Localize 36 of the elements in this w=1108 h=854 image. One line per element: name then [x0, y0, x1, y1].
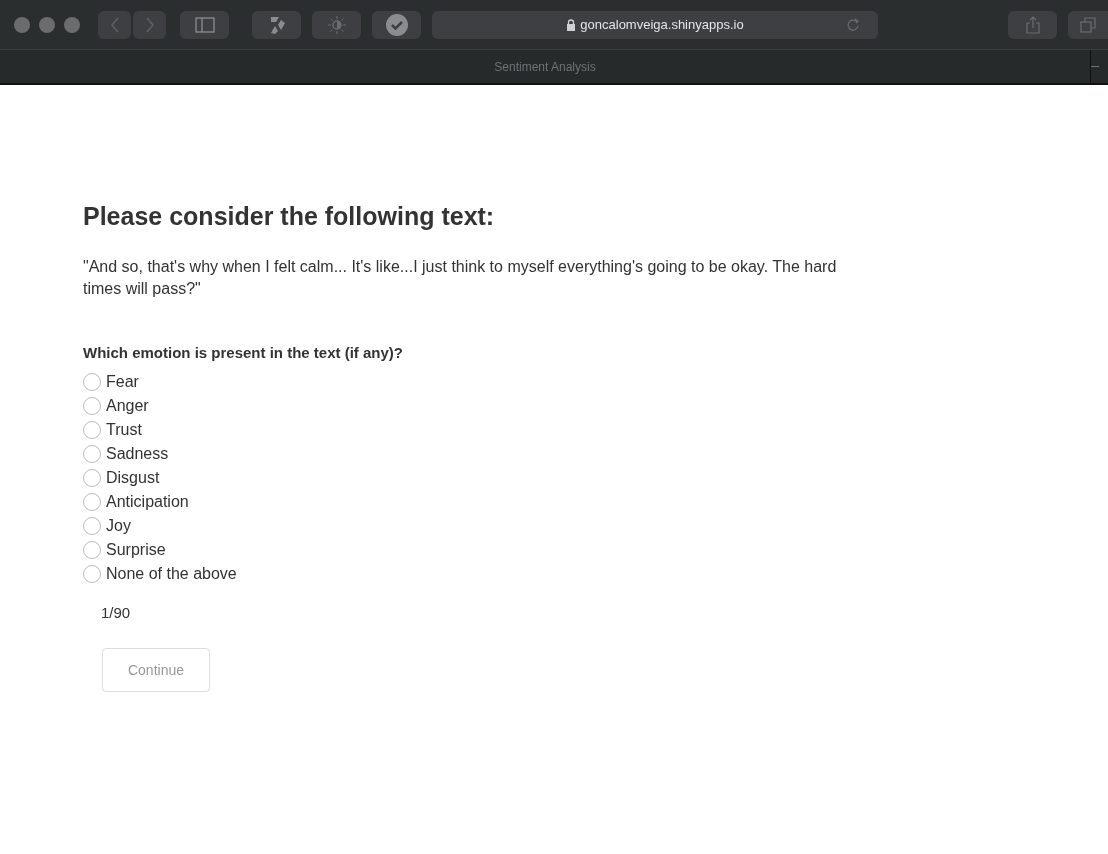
- tabs-icon: [1080, 16, 1096, 33]
- radio-option[interactable]: Fear: [83, 369, 139, 394]
- window-control-icon[interactable]: [64, 16, 80, 33]
- tab-title: Sentiment Analysis: [494, 58, 596, 76]
- radio-option[interactable]: Trust: [83, 417, 142, 442]
- lock-icon: [566, 18, 577, 31]
- extension-button[interactable]: [252, 10, 301, 39]
- reload-icon[interactable]: [846, 17, 860, 32]
- extension-button[interactable]: [312, 10, 361, 39]
- forward-icon: [144, 16, 155, 33]
- sidebar-button[interactable]: [180, 10, 229, 39]
- page-heading: Please consider the following text:: [83, 201, 496, 232]
- tabs-button[interactable]: [1068, 10, 1108, 39]
- back-button[interactable]: [98, 10, 131, 39]
- share-button[interactable]: [1008, 10, 1057, 39]
- radio-option[interactable]: Anticipation: [83, 489, 189, 514]
- share-icon: [1024, 15, 1041, 34]
- back-icon: [109, 16, 120, 33]
- forward-button[interactable]: [133, 10, 166, 39]
- quote-text: "And so, that's why when I felt calm... It's like...I just think to myself everything's going to be okay. The hard times will pass?": [83, 257, 838, 299]
- address-bar[interactable]: goncalomveiga.shinyapps.io: [432, 10, 878, 39]
- window-control-icon[interactable]: [39, 16, 55, 33]
- url-text: goncalomveiga.shinyapps.io: [580, 15, 744, 34]
- window-control-icon[interactable]: [14, 16, 30, 33]
- radio-option[interactable]: Sadness: [83, 441, 169, 466]
- sidebar-icon: [194, 16, 215, 33]
- radio-option[interactable]: Anger: [83, 393, 149, 418]
- progress-counter: 1/90: [101, 602, 132, 623]
- brightness-icon: [326, 14, 347, 35]
- radio-option[interactable]: None of the above: [83, 561, 237, 586]
- radio-option[interactable]: Surprise: [83, 537, 166, 562]
- question-label: Which emotion is present in the text (if any)?: [83, 343, 405, 363]
- checkmark-icon: [385, 13, 408, 36]
- radio-option[interactable]: Joy: [83, 513, 131, 538]
- extension-button[interactable]: [372, 10, 421, 39]
- radio-option[interactable]: Disgust: [83, 465, 160, 490]
